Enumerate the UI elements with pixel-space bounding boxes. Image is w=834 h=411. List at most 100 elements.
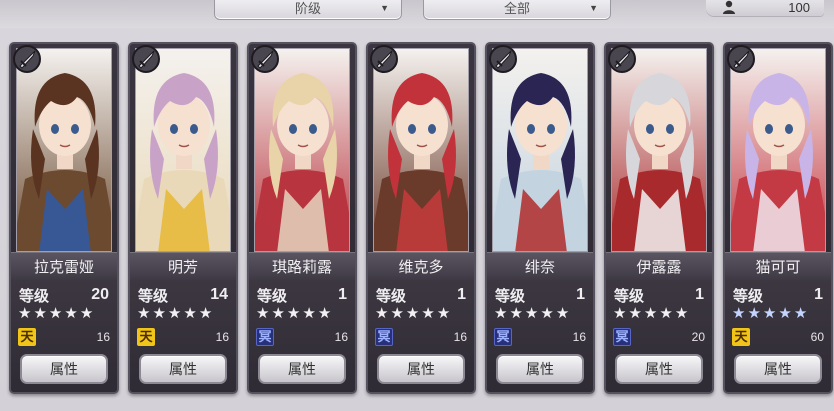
level-value: 1 bbox=[695, 286, 704, 303]
character-portrait[interactable] bbox=[16, 48, 112, 252]
attributes-button[interactable]: 属性 bbox=[258, 354, 346, 384]
level-label: 等级 bbox=[138, 287, 169, 305]
star-icon: ★ bbox=[555, 305, 570, 322]
character-card[interactable]: 伊露露 等级 1 ★ ★ ★ ★ ★ 冥 20 属性 bbox=[604, 42, 714, 394]
star-rating: ★ ★ ★ ★ ★ bbox=[18, 306, 112, 322]
attributes-button[interactable]: 属性 bbox=[139, 354, 227, 384]
star-icon: ★ bbox=[540, 305, 554, 322]
character-info: 等级 1 ★ ★ ★ ★ ★ 天 60 属性 bbox=[725, 280, 831, 392]
star-icon: ★ bbox=[643, 305, 658, 322]
character-portrait[interactable] bbox=[254, 48, 350, 252]
attributes-button[interactable]: 属性 bbox=[20, 354, 108, 384]
character-portrait[interactable] bbox=[730, 48, 826, 252]
star-icon: ★ bbox=[198, 305, 213, 322]
affinity-value: 16 bbox=[96, 330, 110, 344]
level-row: 等级 1 bbox=[614, 286, 704, 305]
character-name: 猫可可 bbox=[725, 252, 831, 280]
star-icon: ★ bbox=[778, 305, 792, 322]
affinity-badge: 天 bbox=[137, 328, 155, 346]
category-filter-label: 全部 bbox=[503, 0, 530, 16]
sword-class-icon bbox=[489, 45, 517, 73]
affinity-badge: 冥 bbox=[613, 328, 631, 346]
character-card[interactable]: 猫可可 等级 1 ★ ★ ★ ★ ★ 天 60 属性 bbox=[723, 42, 833, 394]
level-row: 等级 1 bbox=[376, 286, 466, 305]
affinity-row: 天 16 bbox=[18, 328, 110, 346]
character-name: 绯奈 bbox=[487, 252, 593, 280]
character-card[interactable]: 绯奈 等级 1 ★ ★ ★ ★ ★ 冥 16 属性 bbox=[485, 42, 595, 394]
star-icon: ★ bbox=[732, 305, 746, 322]
star-icon: ★ bbox=[256, 305, 270, 322]
star-icon: ★ bbox=[167, 305, 182, 322]
affinity-row: 冥 16 bbox=[256, 328, 348, 346]
attributes-button[interactable]: 属性 bbox=[496, 354, 584, 384]
affinity-row: 冥 16 bbox=[375, 328, 467, 346]
level-value: 1 bbox=[457, 286, 466, 303]
star-icon: ★ bbox=[494, 305, 508, 322]
star-icon: ★ bbox=[509, 305, 523, 322]
character-card[interactable]: 琪路莉露 等级 1 ★ ★ ★ ★ ★ 冥 16 属性 bbox=[247, 42, 357, 394]
star-icon: ★ bbox=[659, 305, 673, 322]
star-icon: ★ bbox=[64, 305, 78, 322]
character-name: 明芳 bbox=[130, 252, 236, 280]
sword-class-icon bbox=[727, 45, 755, 73]
character-portrait[interactable] bbox=[611, 48, 707, 252]
chevron-down-icon: ▼ bbox=[380, 3, 389, 13]
character-art bbox=[136, 49, 230, 251]
affinity-row: 冥 20 bbox=[613, 328, 705, 346]
star-rating: ★ ★ ★ ★ ★ bbox=[732, 306, 826, 322]
character-portrait[interactable] bbox=[373, 48, 469, 252]
level-row: 等级 1 bbox=[733, 286, 823, 305]
star-icon: ★ bbox=[137, 305, 151, 322]
level-label: 等级 bbox=[19, 287, 50, 305]
level-label: 等级 bbox=[376, 287, 407, 305]
level-value: 1 bbox=[338, 286, 347, 303]
star-icon: ★ bbox=[421, 305, 435, 322]
star-icon: ★ bbox=[183, 305, 197, 322]
attributes-button[interactable]: 属性 bbox=[377, 354, 465, 384]
category-filter-dropdown[interactable]: 全部 ▼ bbox=[423, 0, 611, 20]
level-value: 20 bbox=[91, 286, 109, 303]
affinity-row: 天 60 bbox=[732, 328, 824, 346]
affinity-badge: 天 bbox=[18, 328, 36, 346]
character-card[interactable]: 维克多 等级 1 ★ ★ ★ ★ ★ 冥 16 属性 bbox=[366, 42, 476, 394]
affinity-badge: 冥 bbox=[256, 328, 274, 346]
rank-filter-dropdown[interactable]: 阶级 ▼ bbox=[214, 0, 402, 20]
level-value: 14 bbox=[210, 286, 228, 303]
star-rating: ★ ★ ★ ★ ★ bbox=[613, 306, 707, 322]
star-icon: ★ bbox=[152, 305, 166, 322]
affinity-value: 60 bbox=[810, 330, 824, 344]
character-portrait[interactable] bbox=[135, 48, 231, 252]
star-icon: ★ bbox=[762, 305, 777, 322]
affinity-badge: 冥 bbox=[494, 328, 512, 346]
star-icon: ★ bbox=[79, 305, 94, 322]
star-icon: ★ bbox=[302, 305, 316, 322]
star-icon: ★ bbox=[317, 305, 332, 322]
affinity-badge: 冥 bbox=[375, 328, 393, 346]
character-name: 拉克雷娅 bbox=[11, 252, 117, 280]
character-art bbox=[731, 49, 825, 251]
attributes-button[interactable]: 属性 bbox=[615, 354, 703, 384]
character-art bbox=[493, 49, 587, 251]
roster-count-value: 100 bbox=[788, 0, 810, 15]
character-portrait[interactable] bbox=[492, 48, 588, 252]
star-icon: ★ bbox=[524, 305, 539, 322]
star-icon: ★ bbox=[48, 305, 63, 322]
level-label: 等级 bbox=[257, 287, 288, 305]
attributes-button[interactable]: 属性 bbox=[734, 354, 822, 384]
sword-class-icon bbox=[608, 45, 636, 73]
roster-count: 100 bbox=[706, 0, 824, 16]
star-icon: ★ bbox=[628, 305, 642, 322]
affinity-row: 天 16 bbox=[137, 328, 229, 346]
star-icon: ★ bbox=[286, 305, 301, 322]
star-icon: ★ bbox=[674, 305, 689, 322]
affinity-value: 20 bbox=[691, 330, 705, 344]
affinity-value: 16 bbox=[572, 330, 586, 344]
character-card[interactable]: 明芳 等级 14 ★ ★ ★ ★ ★ 天 16 属性 bbox=[128, 42, 238, 394]
star-icon: ★ bbox=[793, 305, 808, 322]
character-card[interactable]: 拉克雷娅 等级 20 ★ ★ ★ ★ ★ 天 16 属性 bbox=[9, 42, 119, 394]
star-icon: ★ bbox=[436, 305, 451, 322]
character-info: 等级 14 ★ ★ ★ ★ ★ 天 16 属性 bbox=[130, 280, 236, 392]
level-label: 等级 bbox=[733, 287, 764, 305]
sword-class-icon bbox=[132, 45, 160, 73]
star-icon: ★ bbox=[747, 305, 761, 322]
